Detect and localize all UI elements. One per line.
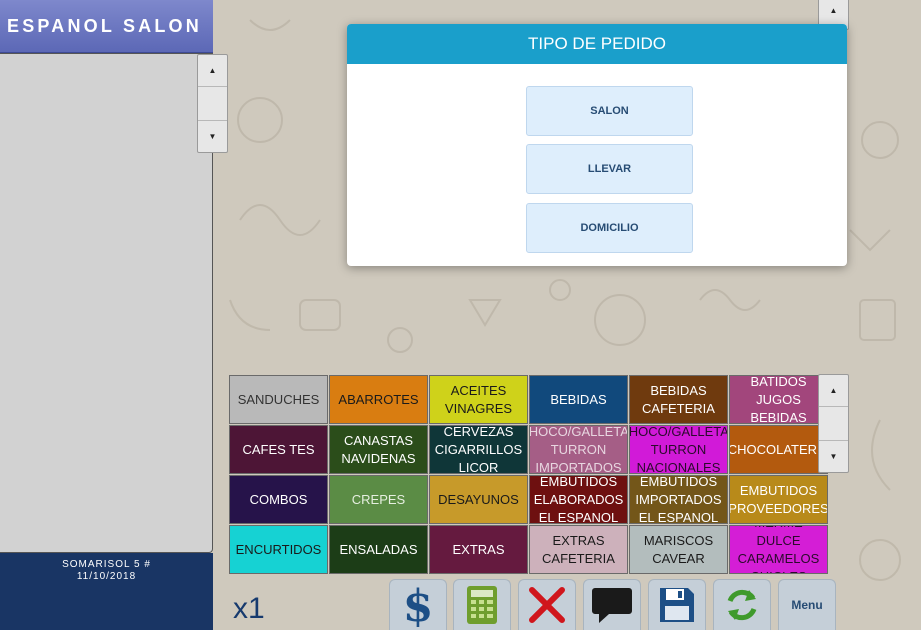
session-user: SOMARISOL 5 #: [62, 559, 151, 570]
menu-button[interactable]: Menu: [778, 579, 836, 630]
order-list-scrollbar[interactable]: ▲ ▼: [197, 54, 228, 153]
category-button[interactable]: CERVEZAS CIGARRILLOS LICOR: [429, 425, 528, 474]
dialog-title: TIPO DE PEDIDO: [347, 24, 847, 64]
menu-label: Menu: [791, 598, 823, 612]
scroll-down-arrow-icon[interactable]: ▼: [819, 440, 848, 472]
refresh-button[interactable]: [713, 579, 771, 630]
calculator-button[interactable]: [453, 579, 511, 630]
cancel-x-icon: [529, 587, 565, 623]
session-date: 11/10/2018: [76, 571, 137, 582]
save-button[interactable]: [648, 579, 706, 630]
category-button[interactable]: SANDUCHES: [229, 375, 328, 424]
payment-button[interactable]: $: [389, 579, 447, 630]
scroll-up-arrow-icon[interactable]: ▲: [819, 375, 848, 407]
comment-button[interactable]: [583, 579, 641, 630]
category-scrollbar[interactable]: ▲ ▼: [818, 374, 849, 473]
session-info-panel: SOMARISOL 5 # 11/10/2018: [0, 553, 213, 630]
category-button[interactable]: ACEITES VINAGRES: [429, 375, 528, 424]
order-list-panel[interactable]: [0, 53, 213, 553]
order-type-dialog: TIPO DE PEDIDO SALON LLEVAR DOMICILIO: [347, 24, 847, 266]
category-button[interactable]: EXTRAS CAFETERIA: [529, 525, 628, 574]
category-button[interactable]: ENCURTIDOS: [229, 525, 328, 574]
quantity-multiplier[interactable]: x1: [233, 592, 265, 626]
category-button[interactable]: DESAYUNOS: [429, 475, 528, 524]
category-button[interactable]: CAFES TES: [229, 425, 328, 474]
category-button[interactable]: CHOCO/GALLETAS TURRON IMPORTADOS: [529, 425, 628, 474]
category-button[interactable]: MERME DULCE CARAMELOS CHICLES: [729, 525, 828, 574]
salon-option-button[interactable]: SALON: [526, 86, 693, 136]
scroll-down-arrow-icon[interactable]: ▼: [198, 120, 227, 152]
category-button[interactable]: ABARROTES: [329, 375, 428, 424]
category-button[interactable]: CREPES: [329, 475, 428, 524]
category-button[interactable]: COMBOS: [229, 475, 328, 524]
store-title: ESPANOL SALON: [7, 15, 202, 36]
svg-text:$: $: [403, 583, 434, 627]
scroll-up-arrow-icon[interactable]: ▲: [819, 0, 848, 24]
category-button[interactable]: EMBUTIDOS PROVEEDORES: [729, 475, 828, 524]
save-icon: [660, 588, 694, 622]
category-button[interactable]: ENSALADAS: [329, 525, 428, 574]
refresh-icon: [727, 589, 757, 621]
category-button[interactable]: BATIDOS JUGOS BEBIDAS: [729, 375, 828, 424]
cancel-button[interactable]: [518, 579, 576, 630]
domicilio-option-button[interactable]: DOMICILIO: [526, 203, 693, 253]
category-button[interactable]: CHOCOLATERIA: [729, 425, 828, 474]
category-button[interactable]: EMBUTIDOS ELABORADOS EL ESPANOL: [529, 475, 628, 524]
category-button[interactable]: BEBIDAS: [529, 375, 628, 424]
category-button[interactable]: CANASTAS NAVIDENAS: [329, 425, 428, 474]
calculator-icon: [467, 586, 497, 624]
scroll-up-arrow-icon[interactable]: ▲: [198, 55, 227, 87]
category-button[interactable]: CHOCO/GALLETAS TURRON NACIONALES: [629, 425, 728, 474]
dollar-icon: $: [403, 583, 434, 627]
category-button[interactable]: MARISCOS CAVEAR: [629, 525, 728, 574]
category-button[interactable]: EXTRAS: [429, 525, 528, 574]
llevar-option-button[interactable]: LLEVAR: [526, 144, 693, 194]
category-button[interactable]: BEBIDAS CAFETERIA: [629, 375, 728, 424]
category-button[interactable]: EMBUTIDOS IMPORTADOS EL ESPANOL: [629, 475, 728, 524]
store-title-header: ESPANOL SALON: [0, 0, 213, 53]
comment-icon: [592, 588, 632, 623]
